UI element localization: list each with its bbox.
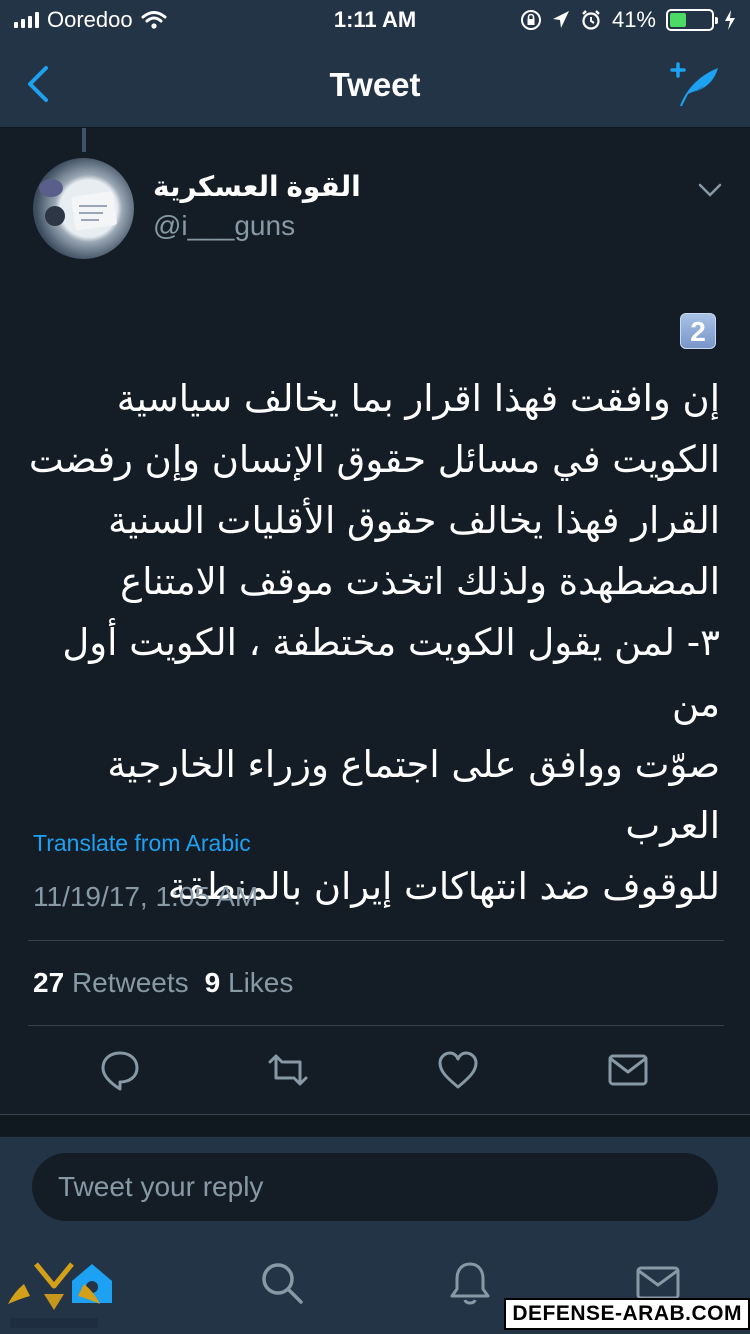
charging-bolt-icon: [725, 10, 735, 30]
signal-strength-icon: [14, 12, 39, 28]
divider: [28, 940, 724, 941]
battery-percent: 41%: [611, 7, 656, 32]
watermark-site: DEFENSE-ARAB.COM: [504, 1298, 750, 1330]
location-arrow-icon: [552, 11, 569, 28]
section-separator: [0, 1114, 750, 1136]
tweet-text-line: القرار فهذا يخالف حقوق الأقليات السنية: [108, 499, 720, 542]
wifi-icon: [141, 11, 167, 29]
retweets-count: 27: [33, 967, 65, 998]
compose-tweet-icon[interactable]: [666, 60, 722, 110]
chevron-down-icon[interactable]: [698, 182, 722, 198]
reply-input[interactable]: [32, 1153, 718, 1221]
tweet-actions: [0, 1048, 750, 1098]
reply-icon[interactable]: [98, 1048, 142, 1092]
translate-link[interactable]: Translate from Arabic: [33, 830, 251, 857]
heart-icon[interactable]: [436, 1048, 480, 1092]
retweets-label: Retweets: [71, 967, 189, 998]
thread-connector-line: [82, 128, 86, 152]
tweet-text-line: ٣- لمن يقول الكويت مختطفة ، الكويت أول م…: [62, 621, 720, 725]
status-right: 41%: [520, 7, 736, 33]
likes-label: Likes: [228, 967, 294, 998]
search-icon[interactable]: [258, 1259, 306, 1307]
author-handle[interactable]: @i___guns: [153, 210, 295, 242]
retweets-stat[interactable]: 27 Retweets: [33, 967, 189, 999]
likes-stat[interactable]: 9 Likes: [205, 967, 294, 999]
avatar-image: [39, 179, 117, 231]
notifications-bell-icon[interactable]: [446, 1259, 494, 1307]
number-badge: 2: [680, 313, 716, 349]
battery-level-fill: [670, 13, 687, 27]
defense-arab-logo: [8, 1262, 100, 1328]
battery-icon: [666, 9, 718, 31]
avatar[interactable]: [33, 158, 134, 259]
likes-count: 9: [204, 967, 221, 998]
navigation-bar: Tweet: [0, 40, 750, 128]
status-left: Ooredoo: [14, 7, 167, 33]
tweet-text-line: المضطهدة ولذلك اتخذت موقف الامتناع: [120, 560, 720, 603]
tweet-text-line: إن وافقت فهذا اقرار بما يخالف سياسية: [116, 377, 720, 420]
reply-bar: [0, 1137, 750, 1237]
tweet-timestamp: 11/19/17, 1:05 AM: [33, 881, 259, 912]
retweet-icon[interactable]: [266, 1048, 310, 1092]
tweet-text-line: الكويت في مسائل حقوق الإنسان وإن رفضت: [28, 438, 720, 481]
divider: [28, 1025, 724, 1026]
author-display-name[interactable]: القوة العسكرية: [153, 170, 473, 203]
status-bar: Ooredoo 1:11 AM 41%: [0, 0, 750, 40]
carrier-name: Ooredoo: [47, 7, 133, 32]
alarm-clock-icon: [582, 10, 600, 30]
rotation-lock-icon: [520, 10, 541, 30]
direct-message-icon[interactable]: [606, 1048, 650, 1092]
page-title: Tweet: [329, 66, 421, 103]
engagement-stats: 27 Retweets 9 Likes: [33, 967, 293, 999]
